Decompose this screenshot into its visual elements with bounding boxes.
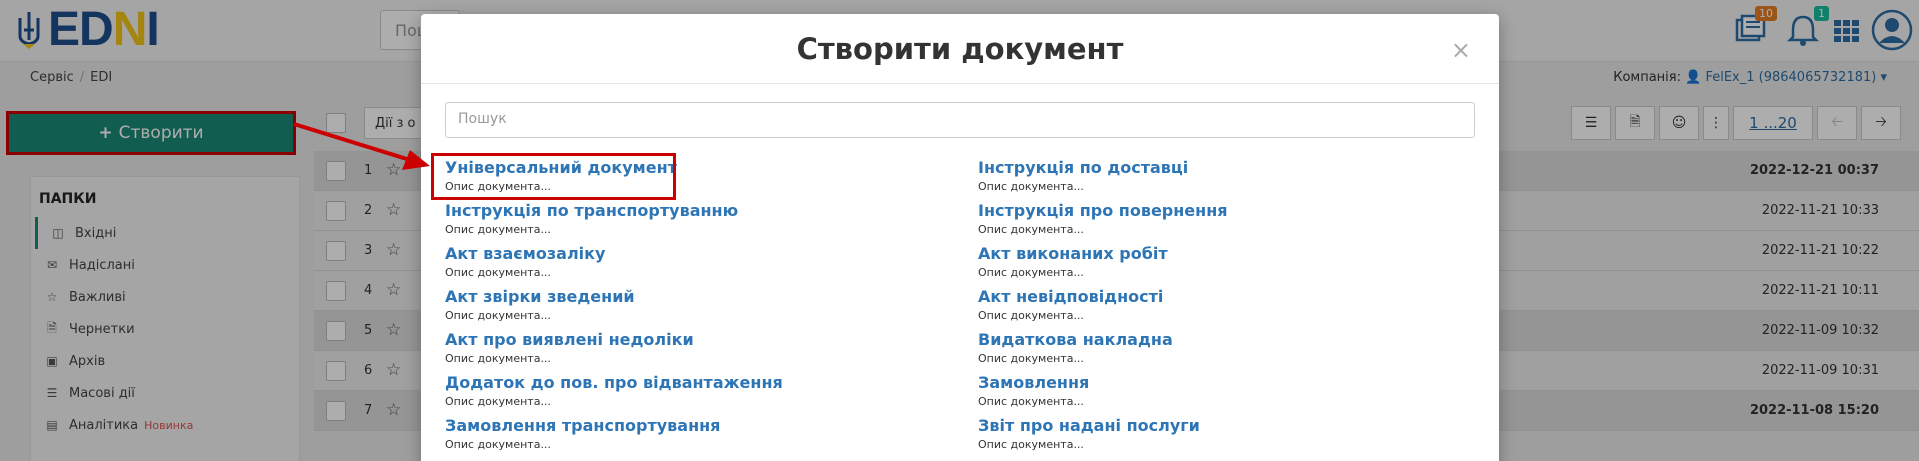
doc-type-desc: Опис документа...	[445, 438, 551, 451]
doc-type-desc: Опис документа...	[978, 223, 1084, 236]
doc-type-title[interactable]: Інструкція по транспортуванню	[445, 200, 945, 221]
doc-type-title[interactable]: Інструкція про повернення	[978, 200, 1478, 221]
doc-type-desc: Опис документа...	[978, 352, 1084, 365]
doc-type-item[interactable]: Акт звірки зведений Опис документа...	[445, 286, 945, 329]
doc-type-title[interactable]: Акт невідповідності	[978, 286, 1478, 307]
doc-type-desc: Опис документа...	[445, 395, 551, 408]
doc-type-item[interactable]: Акт невідповідності Опис документа...	[978, 286, 1478, 329]
doc-type-item[interactable]: Інструкція по транспортуванню Опис докуме…	[445, 200, 945, 243]
doc-type-title[interactable]: Акт звірки зведений	[445, 286, 945, 307]
modal-title: Створити документ	[796, 32, 1124, 66]
create-document-modal: Створити документ × Пошук Універсальний …	[421, 14, 1499, 461]
doc-type-item[interactable]: Акт про виявлені недоліки Опис документа.…	[445, 329, 945, 372]
doc-type-desc: Опис документа...	[445, 309, 551, 322]
doc-type-item[interactable]: Видаткова накладна Опис документа...	[978, 329, 1478, 372]
doc-type-desc: Опис документа...	[978, 266, 1084, 279]
doc-type-desc: Опис документа...	[445, 266, 551, 279]
doc-type-title[interactable]: Додаток до пов. про відвантаження	[445, 372, 945, 393]
doc-type-desc: Опис документа...	[978, 438, 1084, 451]
modal-header: Створити документ ×	[421, 14, 1499, 84]
doc-type-title[interactable]: Видаткова накладна	[978, 329, 1478, 350]
document-column-right: Інструкція по доставці Опис документа... …	[978, 157, 1478, 458]
doc-type-item[interactable]: Інструкція по доставці Опис документа...	[978, 157, 1478, 200]
doc-type-desc: Опис документа...	[445, 223, 551, 236]
doc-type-desc: Опис документа...	[978, 395, 1084, 408]
doc-type-item[interactable]: Акт виконаних робіт Опис документа...	[978, 243, 1478, 286]
doc-type-title[interactable]: Звіт про надані послуги	[978, 415, 1478, 436]
modal-search-input[interactable]: Пошук	[445, 102, 1475, 138]
doc-type-title[interactable]: Акт про виявлені недоліки	[445, 329, 945, 350]
doc-type-item[interactable]: Інструкція про повернення Опис документа.…	[978, 200, 1478, 243]
close-icon[interactable]: ×	[1451, 36, 1471, 64]
doc-type-title[interactable]: Акт виконаних робіт	[978, 243, 1478, 264]
doc-type-title[interactable]: Інструкція по доставці	[978, 157, 1478, 178]
doc-type-item[interactable]: Акт взаємозаліку Опис документа...	[445, 243, 945, 286]
doc-type-desc: Опис документа...	[978, 180, 1084, 193]
document-column-left: Універсальний документ Опис документа... …	[445, 157, 945, 458]
doc-type-desc: Опис документа...	[445, 352, 551, 365]
doc-type-title[interactable]: Замовлення транспортування	[445, 415, 945, 436]
doc-type-desc: Опис документа...	[978, 309, 1084, 322]
doc-type-item[interactable]: Замовлення транспортування Опис документа…	[445, 415, 945, 458]
doc-type-item[interactable]: Додаток до пов. про відвантаження Опис до…	[445, 372, 945, 415]
doc-type-title[interactable]: Акт взаємозаліку	[445, 243, 945, 264]
highlight-box	[431, 153, 676, 200]
doc-type-item[interactable]: Звіт про надані послуги Опис документа...	[978, 415, 1478, 458]
doc-type-item[interactable]: Замовлення Опис документа...	[978, 372, 1478, 415]
doc-type-title[interactable]: Замовлення	[978, 372, 1478, 393]
